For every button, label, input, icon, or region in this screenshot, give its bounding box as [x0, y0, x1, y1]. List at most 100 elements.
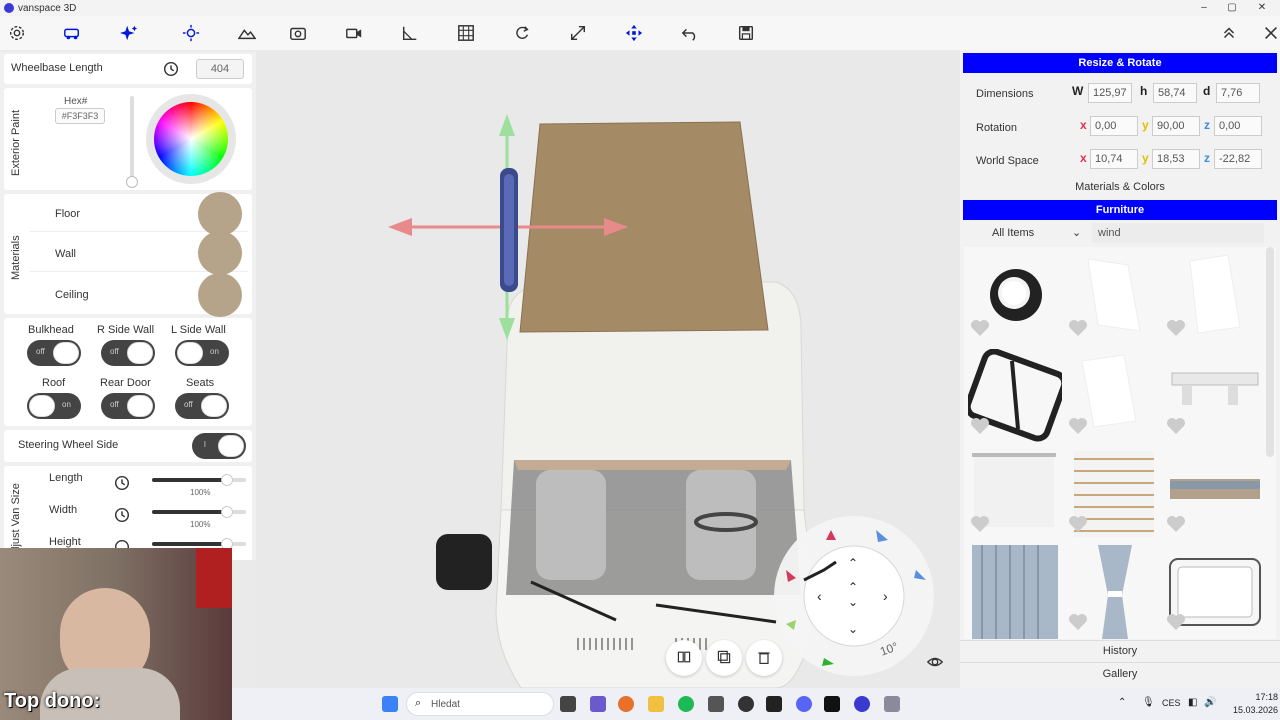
r-side-wall-toggle[interactable]: off [101, 340, 155, 366]
gear-icon[interactable] [6, 22, 28, 44]
settings-taskbar-icon[interactable] [884, 696, 900, 712]
material-row-ceiling[interactable]: Ceiling [30, 273, 248, 317]
rotation-y-input[interactable]: 90,00 [1152, 116, 1200, 136]
favorite-heart-icon[interactable] [1166, 613, 1186, 631]
width-reset-icon[interactable] [113, 506, 131, 524]
brightness-knob[interactable] [126, 176, 138, 188]
favorite-heart-icon[interactable] [1068, 613, 1088, 631]
visibility-button[interactable] [920, 648, 950, 678]
volume-icon[interactable]: 🔊 [1204, 697, 1216, 708]
color-wheel[interactable] [146, 94, 236, 184]
brightness-slider[interactable] [126, 96, 138, 188]
spotify-icon[interactable] [678, 696, 694, 712]
favorite-heart-icon[interactable] [1068, 319, 1088, 337]
rotation-z-input[interactable]: 0,00 [1214, 116, 1262, 136]
nav-down-small-icon[interactable]: ⌄ [848, 595, 858, 609]
firefox-icon[interactable] [618, 696, 634, 712]
windows-start-icon[interactable] [382, 696, 398, 712]
favorite-heart-icon[interactable] [970, 515, 990, 533]
nav-right-icon[interactable]: › [883, 588, 888, 604]
van-icon[interactable] [61, 22, 83, 44]
nav-up-small-icon[interactable]: ⌃ [848, 580, 858, 594]
world-z-input[interactable]: -22,82 [1214, 149, 1262, 169]
length-reset-icon[interactable] [113, 474, 131, 492]
furniture-search-input[interactable]: wind [1092, 223, 1264, 243]
favorite-heart-icon[interactable] [1166, 417, 1186, 435]
duplicate-button[interactable] [706, 640, 742, 676]
height-input[interactable]: 58,74 [1153, 83, 1197, 103]
move-icon[interactable] [623, 22, 645, 44]
favorite-heart-icon[interactable] [1166, 319, 1186, 337]
depth-input[interactable]: 7,76 [1216, 83, 1260, 103]
resize-icon[interactable] [567, 22, 589, 44]
language-indicator[interactable]: CES [1162, 698, 1181, 708]
sparkle-icon[interactable] [118, 22, 140, 44]
wheelbase-input[interactable]: 404 [196, 59, 244, 79]
folder-icon[interactable] [648, 696, 664, 712]
l-side-wall-toggle[interactable]: on [175, 340, 229, 366]
steering-toggle[interactable]: l [192, 433, 246, 459]
mirror-button[interactable] [666, 640, 702, 676]
favorite-heart-icon[interactable] [1166, 515, 1186, 533]
furniture-header[interactable]: Furniture [963, 200, 1277, 220]
bulkhead-toggle[interactable]: off [27, 340, 81, 366]
height-slider[interactable] [152, 538, 246, 550]
nav-up-icon[interactable]: ⌃ [848, 556, 858, 570]
close-window-button[interactable]: ✕ [1244, 0, 1280, 16]
grid-icon[interactable] [455, 22, 477, 44]
3d-viewport[interactable]: ⌃ ⌃ ⌄ ‹ › ⌄ 10° [256, 50, 960, 688]
seats-toggle[interactable]: off [175, 393, 229, 419]
wall-swatch[interactable] [198, 231, 242, 275]
material-row-floor[interactable]: Floor [30, 192, 248, 236]
hex-input[interactable]: #F3F3F3 [55, 108, 105, 124]
app-icon[interactable] [590, 696, 606, 712]
editor-icon[interactable] [766, 696, 782, 712]
category-select[interactable]: All Items ⌄ [964, 223, 1088, 243]
resize-rotate-header[interactable]: Resize & Rotate [963, 53, 1277, 73]
width-slider[interactable] [152, 506, 246, 518]
gallery-tab[interactable]: Gallery [960, 662, 1280, 686]
discord-icon[interactable] [796, 696, 812, 712]
material-row-wall[interactable]: Wall [30, 231, 248, 275]
ceiling-swatch[interactable] [198, 273, 242, 317]
rotate-icon[interactable] [511, 22, 533, 44]
rotation-x-input[interactable]: 0,00 [1090, 116, 1138, 136]
save-icon[interactable] [735, 22, 757, 44]
tray-chevron-icon[interactable]: ⌃ [1118, 697, 1126, 708]
favorite-heart-icon[interactable] [1068, 515, 1088, 533]
network-icon[interactable]: ◧ [1188, 697, 1197, 708]
camera-icon[interactable] [287, 22, 309, 44]
world-y-input[interactable]: 18,53 [1152, 149, 1200, 169]
taskbar-search[interactable]: ⌕ Hledat [406, 692, 554, 716]
width-input[interactable]: 125,97 [1088, 83, 1132, 103]
obs-icon[interactable] [738, 696, 754, 712]
history-icon[interactable] [162, 60, 180, 78]
ruler-icon[interactable] [399, 22, 421, 44]
rear-door-toggle[interactable]: off [101, 393, 155, 419]
microphone-icon[interactable]: 🎙 [1142, 697, 1155, 708]
sun-icon[interactable] [180, 22, 202, 44]
materials-colors-link[interactable]: Materials & Colors [960, 181, 1280, 193]
calculator-icon[interactable] [708, 696, 724, 712]
favorite-heart-icon[interactable] [970, 417, 990, 435]
floor-swatch[interactable] [198, 192, 242, 236]
vanspace-taskbar-icon[interactable] [854, 696, 870, 712]
world-x-input[interactable]: 10,74 [1090, 149, 1138, 169]
delete-button[interactable] [746, 640, 782, 676]
favorite-heart-icon[interactable] [970, 319, 990, 337]
close-icon[interactable] [1260, 22, 1280, 44]
nav-left-icon[interactable]: ‹ [817, 588, 822, 604]
roof-toggle[interactable]: on [27, 393, 81, 419]
mountain-icon[interactable] [236, 22, 258, 44]
clock-date[interactable]: 15.03.2026 [1228, 705, 1278, 715]
favorite-heart-icon[interactable] [1068, 417, 1088, 435]
nav-down-icon[interactable]: ⌄ [848, 622, 858, 636]
length-slider[interactable] [152, 474, 246, 486]
unity-icon[interactable] [824, 696, 840, 712]
furniture-item-curtain-wide[interactable] [968, 545, 1062, 639]
furniture-scrollbar[interactable] [1266, 247, 1274, 457]
clock-time[interactable]: 17:18 [1228, 692, 1278, 702]
task-view-icon[interactable] [560, 696, 576, 712]
history-tab[interactable]: History [960, 640, 1280, 662]
undo-icon[interactable] [679, 22, 701, 44]
